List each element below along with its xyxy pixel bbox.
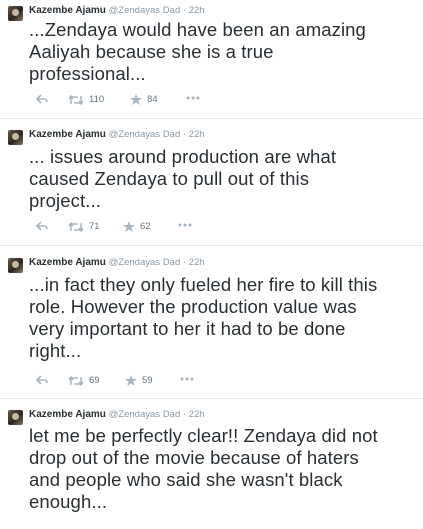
tweet: Kazembe Ajamu @Zendayas Dad · 22h ...Zen… [0, 0, 423, 119]
avatar[interactable] [8, 130, 23, 145]
reply-icon [36, 221, 48, 231]
tweet: Kazembe Ajamu @Zendayas Dad · 22h ...in … [0, 252, 423, 399]
author-name[interactable]: Kazembe Ajamu [29, 5, 106, 16]
tweet-timestamp[interactable]: Dad · 22h [163, 257, 205, 268]
tweet-text-line: ...in fact they only fueled her fire to … [29, 274, 378, 295]
tweet-text-line: role. However the production value was [29, 296, 357, 317]
retweet-icon [68, 94, 84, 105]
star-icon [125, 375, 137, 386]
author-name[interactable]: Kazembe Ajamu [29, 129, 106, 140]
favorite-count: 84 [147, 94, 158, 105]
reply-icon [36, 375, 48, 385]
favorite-count: 62 [140, 221, 151, 232]
author-handle[interactable]: @Zendayas [109, 257, 160, 268]
tweet-header: Kazembe Ajamu @Zendayas Dad · 22h [29, 409, 205, 421]
retweet-count: 71 [89, 221, 100, 232]
tweet-timestamp[interactable]: Dad · 22h [163, 409, 205, 420]
reply-button[interactable] [36, 94, 48, 104]
tweet-text-line: ... issues around production are what [29, 146, 337, 167]
author-handle[interactable]: @Zendayas [109, 5, 160, 16]
tweet-header: Kazembe Ajamu @Zendayas Dad · 22h [29, 5, 205, 17]
more-button[interactable] [180, 377, 194, 381]
avatar[interactable] [8, 6, 23, 21]
author-handle[interactable]: @Zendayas [109, 129, 160, 140]
tweet-text-line: right... [29, 340, 82, 361]
retweet-button[interactable]: 110 [68, 94, 104, 105]
tweet-text-line: professional... [29, 63, 146, 84]
tweet-text: let me be perfectly clear!! Zendaya did … [29, 425, 419, 513]
author-name[interactable]: Kazembe Ajamu [29, 409, 106, 420]
retweet-icon [68, 375, 84, 386]
tweet: Kazembe Ajamu @Zendayas Dad · 22h let me… [0, 404, 423, 529]
more-icon [186, 96, 200, 100]
more-button[interactable] [178, 223, 192, 227]
tweet-header: Kazembe Ajamu @Zendayas Dad · 22h [29, 129, 205, 141]
favorite-button[interactable]: 62 [123, 221, 151, 232]
reply-button[interactable] [36, 221, 48, 231]
tweet-timestamp[interactable]: Dad · 22h [163, 129, 205, 140]
retweet-button[interactable]: 69 [68, 375, 100, 386]
tweet-text-line: let me be perfectly clear!! Zendaya did … [29, 425, 378, 446]
favorite-button[interactable]: 59 [125, 375, 153, 386]
tweet: Kazembe Ajamu @Zendayas Dad · 22h ... is… [0, 124, 423, 246]
author-handle[interactable]: @Zendayas [109, 409, 160, 420]
favorite-button[interactable]: 84 [130, 94, 158, 105]
tweet-header: Kazembe Ajamu @Zendayas Dad · 22h [29, 257, 205, 269]
tweet-text-line: Aaliyah because she is a true [29, 41, 274, 62]
tweet-feed: Kazembe Ajamu @Zendayas Dad · 22h ...Zen… [0, 0, 423, 529]
tweet-text-line: drop out of the movie because of haters [29, 447, 359, 468]
retweet-count: 110 [89, 94, 105, 105]
tweet-text-line: project... [29, 190, 101, 211]
tweet-timestamp[interactable]: Dad · 22h [163, 5, 205, 16]
tweet-text: ...in fact they only fueled her fire to … [29, 274, 419, 362]
tweet-text-line: very important to her it had to be done [29, 318, 346, 339]
tweet-text: ...Zendaya would have been an amazing Aa… [29, 19, 419, 85]
more-icon [180, 377, 194, 381]
star-icon [130, 94, 142, 105]
tweet-text-line: and people who said she wasn't black [29, 469, 343, 490]
avatar[interactable] [8, 410, 23, 425]
more-icon [178, 223, 192, 227]
more-button[interactable] [186, 96, 200, 100]
retweet-icon [68, 221, 84, 232]
retweet-button[interactable]: 71 [68, 221, 100, 232]
star-icon [123, 221, 135, 232]
author-name[interactable]: Kazembe Ajamu [29, 257, 106, 268]
avatar[interactable] [8, 258, 23, 273]
retweet-count: 69 [89, 375, 100, 386]
tweet-text-line: enough... [29, 491, 108, 512]
reply-icon [36, 94, 48, 104]
tweet-text: ... issues around production are what ca… [29, 146, 419, 212]
tweet-text-line: caused Zendaya to pull out of this [29, 168, 310, 189]
favorite-count: 59 [142, 375, 153, 386]
tweet-text-line: ...Zendaya would have been an amazing [29, 19, 366, 40]
reply-button[interactable] [36, 375, 48, 385]
